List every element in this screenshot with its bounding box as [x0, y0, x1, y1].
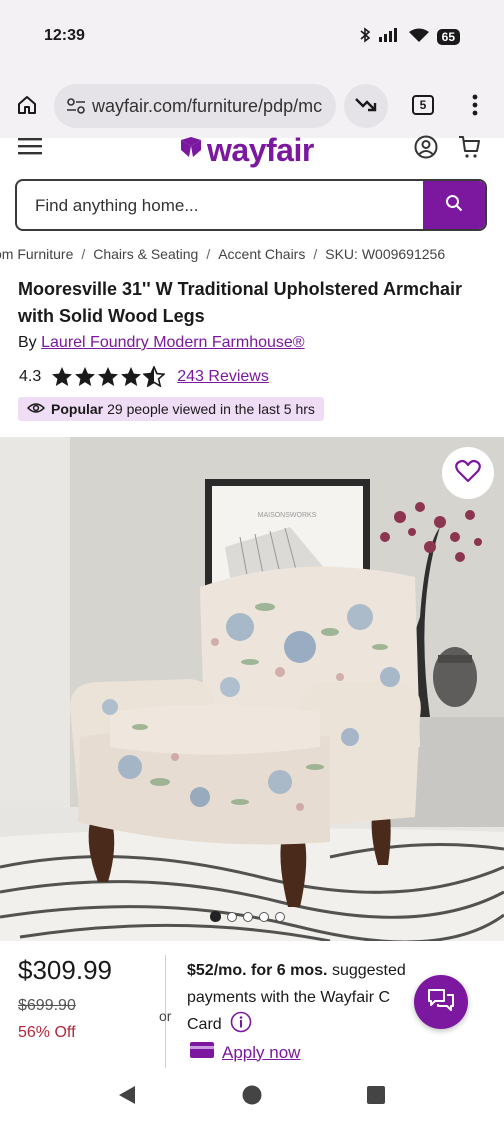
- popular-text: 29 people viewed in the last 5 hrs: [107, 401, 315, 417]
- carousel-dot[interactable]: [259, 911, 269, 922]
- browser-toolbar: wayfair.com/furniture/pdp/mc 5: [0, 72, 504, 138]
- hamburger-menu-icon[interactable]: [18, 138, 42, 161]
- wifi-icon: [408, 28, 429, 46]
- star-full-icon: [121, 367, 142, 386]
- account-icon[interactable]: [414, 135, 438, 164]
- status-icons: 65: [359, 27, 460, 46]
- breadcrumb-item[interactable]: Accent Chairs: [218, 246, 305, 262]
- site-settings-icon[interactable]: [66, 97, 86, 115]
- reviews-link[interactable]: 243 Reviews: [177, 368, 269, 386]
- signal-icon: [378, 28, 401, 45]
- address-bar[interactable]: wayfair.com/furniture/pdp/mc: [54, 84, 336, 128]
- product-title: Mooresville 31'' W Traditional Upholster…: [18, 279, 462, 326]
- product-image: MAISONSWORKS: [0, 437, 504, 941]
- breadcrumb-separator: /: [206, 246, 211, 262]
- home-icon[interactable]: [16, 94, 38, 121]
- search-input[interactable]: [33, 181, 427, 229]
- product-image-carousel[interactable]: MAISONSWORKS: [0, 437, 504, 941]
- logo-mark-icon: [178, 134, 204, 165]
- breadcrumb: om Furniture / Chairs & Seating / Accent…: [0, 246, 445, 262]
- breadcrumb-item[interactable]: Chairs & Seating: [93, 246, 198, 262]
- more-menu-icon[interactable]: [472, 94, 478, 121]
- trending-button[interactable]: [344, 84, 388, 128]
- url-text: wayfair.com/furniture/pdp/mc: [92, 95, 323, 116]
- bluetooth-icon: [359, 27, 371, 46]
- search-icon: [445, 194, 463, 217]
- by-prefix: By: [18, 334, 37, 351]
- chat-button[interactable]: [414, 975, 468, 1029]
- card-label: Card: [187, 1016, 222, 1033]
- status-bar: 12:39 65: [0, 0, 504, 72]
- favorite-button[interactable]: [442, 447, 494, 499]
- popular-badge: Popular 29 people viewed in the last 5 h…: [18, 397, 324, 421]
- logo-text: wayfair: [207, 131, 314, 168]
- back-icon[interactable]: [118, 1085, 136, 1110]
- star-half-icon: [143, 366, 166, 387]
- eye-icon: [26, 401, 46, 417]
- monthly-amount: $52/mo. for 6 mos.: [187, 962, 328, 979]
- info-icon[interactable]: [230, 1011, 252, 1042]
- apply-now-link[interactable]: Apply now: [190, 1042, 300, 1063]
- sku-label: SKU: W009691256: [325, 246, 446, 262]
- discount-label: 56% Off: [18, 1024, 76, 1041]
- status-time: 12:39: [44, 27, 85, 44]
- brand-link[interactable]: Laurel Foundry Modern Farmhouse®: [41, 334, 304, 351]
- chat-icon: [427, 988, 455, 1017]
- search-bar: [15, 179, 487, 231]
- carousel-dot[interactable]: [243, 911, 253, 922]
- cart-icon[interactable]: [458, 135, 480, 164]
- carousel-dot[interactable]: [227, 911, 237, 922]
- star-full-icon: [52, 367, 73, 386]
- star-rating: [51, 366, 166, 387]
- popular-label: Popular: [51, 401, 104, 417]
- carousel-indicator: [210, 911, 285, 922]
- poster-text: MAISONSWORKS: [258, 512, 317, 519]
- breadcrumb-item[interactable]: om Furniture: [0, 246, 73, 262]
- rating-value: 4.3: [19, 367, 42, 385]
- product-brand-line: By Laurel Foundry Modern Farmhouse®: [18, 334, 305, 352]
- system-navigation-bar: [0, 1068, 504, 1122]
- breadcrumb-separator: /: [81, 246, 86, 262]
- trending-down-icon: [355, 96, 377, 117]
- rating-row: 4.3 243 Reviews: [19, 366, 269, 387]
- breadcrumb-separator: /: [313, 246, 318, 262]
- wayfair-logo[interactable]: wayfair: [178, 131, 314, 168]
- apply-now-label: Apply now: [222, 1042, 301, 1062]
- original-price: $699.90: [18, 997, 76, 1014]
- carousel-dot[interactable]: [210, 911, 221, 922]
- carousel-dot[interactable]: [275, 911, 285, 922]
- tab-switcher-button[interactable]: 5: [412, 95, 434, 115]
- recents-icon[interactable]: [367, 1086, 385, 1109]
- or-label: or: [159, 1008, 172, 1024]
- search-button[interactable]: [423, 181, 485, 229]
- star-full-icon: [98, 367, 119, 386]
- star-full-icon: [75, 367, 96, 386]
- heart-icon: [455, 459, 481, 488]
- home-nav-icon[interactable]: [242, 1085, 262, 1110]
- credit-card-icon: [190, 1042, 214, 1063]
- battery-indicator: 65: [436, 28, 460, 45]
- sale-price: $309.99: [18, 955, 112, 985]
